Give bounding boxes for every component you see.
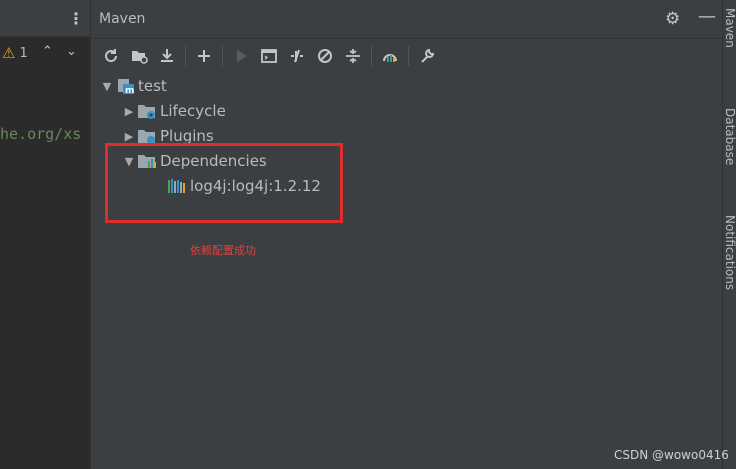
- watermark: CSDN @wowo0416: [614, 448, 729, 462]
- toolbar-separator: [371, 46, 372, 66]
- tree-label-test: test: [138, 77, 167, 95]
- reload-icon[interactable]: [97, 42, 125, 70]
- warning-indicator[interactable]: ⚠ 1: [2, 44, 28, 62]
- stripe-tab-maven[interactable]: Maven: [723, 8, 736, 48]
- highlight-box: [105, 143, 343, 223]
- maven-toolbar: [97, 42, 441, 70]
- maven-project-icon: m: [118, 79, 134, 94]
- editor-toolbar: ⋮: [0, 0, 90, 37]
- chevron-down-icon[interactable]: ▼: [99, 80, 115, 93]
- skip-tests-icon[interactable]: [311, 42, 339, 70]
- more-options-icon[interactable]: ⋮: [68, 9, 84, 28]
- toolbar-separator: [185, 46, 186, 66]
- add-icon[interactable]: [190, 42, 218, 70]
- code-line[interactable]: he.org/xs: [0, 125, 81, 143]
- analyze-dependencies-icon[interactable]: [376, 42, 404, 70]
- minimize-icon[interactable]: —: [698, 6, 716, 27]
- warning-icon: ⚠: [2, 44, 16, 62]
- warning-count: 1: [19, 45, 28, 61]
- previous-warning-icon[interactable]: ⌃: [42, 44, 53, 59]
- annotation-text: 依赖配置成功: [190, 244, 256, 257]
- lifecycle-folder-icon: [138, 105, 155, 119]
- plugins-folder-icon: [138, 130, 155, 144]
- tree-label-lifecycle: Lifecycle: [160, 102, 226, 120]
- next-warning-icon[interactable]: ⌄: [66, 44, 77, 59]
- gear-icon[interactable]: ⚙: [665, 9, 680, 29]
- run-icon[interactable]: [227, 42, 255, 70]
- editor-area: ⋮ ⚠ 1 ⌃ ⌄ he.org/xs: [0, 0, 90, 469]
- execute-goal-icon[interactable]: [255, 42, 283, 70]
- settings-wrench-icon[interactable]: [413, 42, 441, 70]
- download-icon[interactable]: [153, 42, 181, 70]
- stripe-tab-database[interactable]: Database: [723, 108, 736, 165]
- add-folder-icon[interactable]: [125, 42, 153, 70]
- toolbar-separator: [222, 46, 223, 66]
- stripe-tab-notifications[interactable]: Notifications: [723, 215, 736, 290]
- tree-node-lifecycle[interactable]: ▶ Lifecycle: [121, 100, 226, 122]
- maven-tool-window: Maven ⚙ — ▼ m test ▶ Lifecycle ▶ Plugins…: [91, 0, 722, 469]
- collapse-all-icon[interactable]: [339, 42, 367, 70]
- chevron-right-icon[interactable]: ▶: [121, 130, 137, 143]
- toolbar-separator: [408, 46, 409, 66]
- toggle-offline-icon[interactable]: [283, 42, 311, 70]
- chevron-right-icon[interactable]: ▶: [121, 105, 137, 118]
- maven-header: Maven ⚙ —: [91, 0, 722, 39]
- right-tool-stripe: Maven Database Notifications: [722, 0, 736, 469]
- tree-node-test[interactable]: ▼ m test: [99, 75, 167, 97]
- maven-title: Maven: [99, 11, 146, 27]
- svg-text:m: m: [125, 86, 134, 94]
